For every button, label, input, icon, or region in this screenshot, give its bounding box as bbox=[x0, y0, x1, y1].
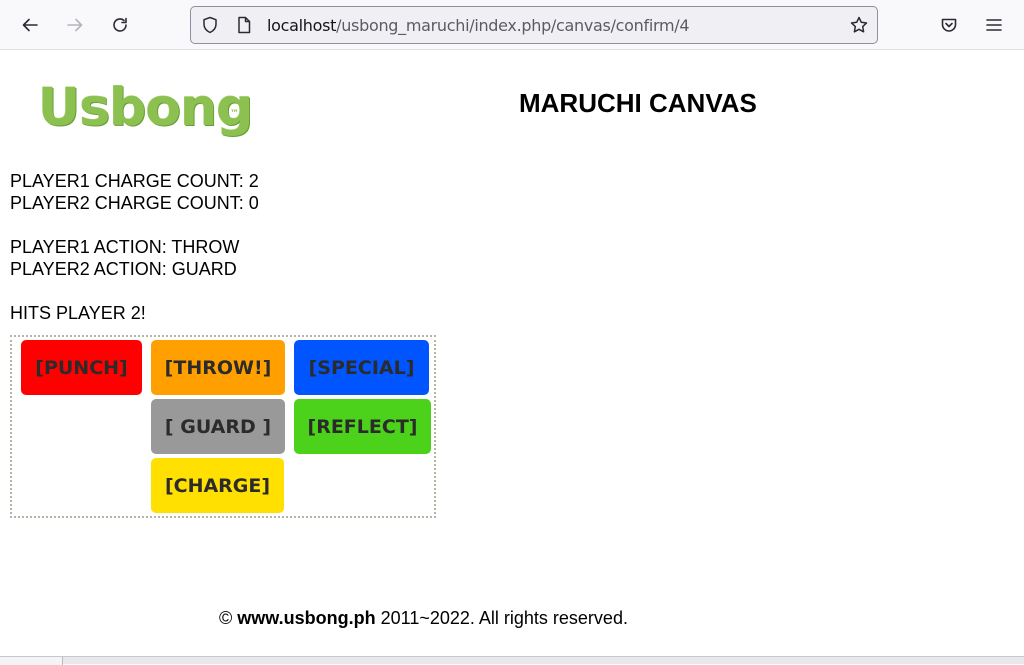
reload-icon bbox=[113, 17, 127, 32]
round-result: HITS PLAYER 2! bbox=[10, 303, 146, 323]
arrow-left-icon bbox=[22, 18, 38, 32]
arrow-right-icon bbox=[67, 18, 83, 32]
back-button[interactable] bbox=[14, 9, 46, 41]
menu-button[interactable] bbox=[978, 9, 1010, 41]
hamburger-menu-icon bbox=[986, 19, 1002, 31]
logo-text: Usbong bbox=[38, 78, 253, 138]
footer-rights: 2011~2022. All rights reserved. bbox=[380, 608, 628, 628]
special-button[interactable]: [SPECIAL] bbox=[294, 340, 429, 395]
footer: © www.usbong.ph 2011~2022. All rights re… bbox=[219, 608, 628, 629]
horizontal-scrollbar[interactable] bbox=[0, 656, 1024, 665]
bookmark-star-icon[interactable] bbox=[849, 15, 869, 35]
reload-button[interactable] bbox=[104, 9, 136, 41]
throw-button[interactable]: [THROW!] bbox=[151, 340, 285, 395]
guard-button[interactable]: [ GUARD ] bbox=[151, 399, 285, 454]
url-host: localhost bbox=[267, 16, 337, 35]
player2-action: PLAYER2 ACTION: GUARD bbox=[10, 259, 237, 279]
page-title: MARUCHI CANVAS bbox=[519, 88, 757, 118]
browser-toolbar: localhost/usbong_maruchi/index.php/canva… bbox=[0, 0, 1024, 50]
url-text[interactable]: localhost/usbong_maruchi/index.php/canva… bbox=[267, 16, 690, 35]
pocket-icon bbox=[941, 18, 957, 32]
action-panel: [PUNCH] [THROW!] [SPECIAL] [ GUARD ] [RE… bbox=[10, 335, 436, 518]
page-icon[interactable] bbox=[234, 15, 254, 35]
address-bar[interactable]: localhost/usbong_maruchi/index.php/canva… bbox=[190, 6, 878, 44]
footer-site-link[interactable]: www.usbong.ph bbox=[237, 608, 375, 628]
player1-action: PLAYER1 ACTION: THROW bbox=[10, 237, 240, 257]
player1-charge-count: PLAYER1 CHARGE COUNT: 2 bbox=[10, 171, 259, 191]
charge-button[interactable]: [CHARGE] bbox=[151, 458, 284, 513]
usbong-logo: Usbong ™ bbox=[38, 78, 253, 138]
copyright-symbol: © bbox=[219, 608, 233, 628]
punch-button[interactable]: [PUNCH] bbox=[21, 340, 142, 395]
url-path: /usbong_maruchi/index.php/canvas/confirm… bbox=[336, 16, 690, 35]
logo-trademark: ™ bbox=[230, 109, 239, 119]
reflect-button[interactable]: [REFLECT] bbox=[294, 399, 431, 454]
forward-button[interactable] bbox=[59, 9, 91, 41]
pocket-button[interactable] bbox=[933, 9, 965, 41]
player2-charge-count: PLAYER2 CHARGE COUNT: 0 bbox=[10, 193, 259, 213]
shield-icon[interactable] bbox=[200, 15, 220, 35]
